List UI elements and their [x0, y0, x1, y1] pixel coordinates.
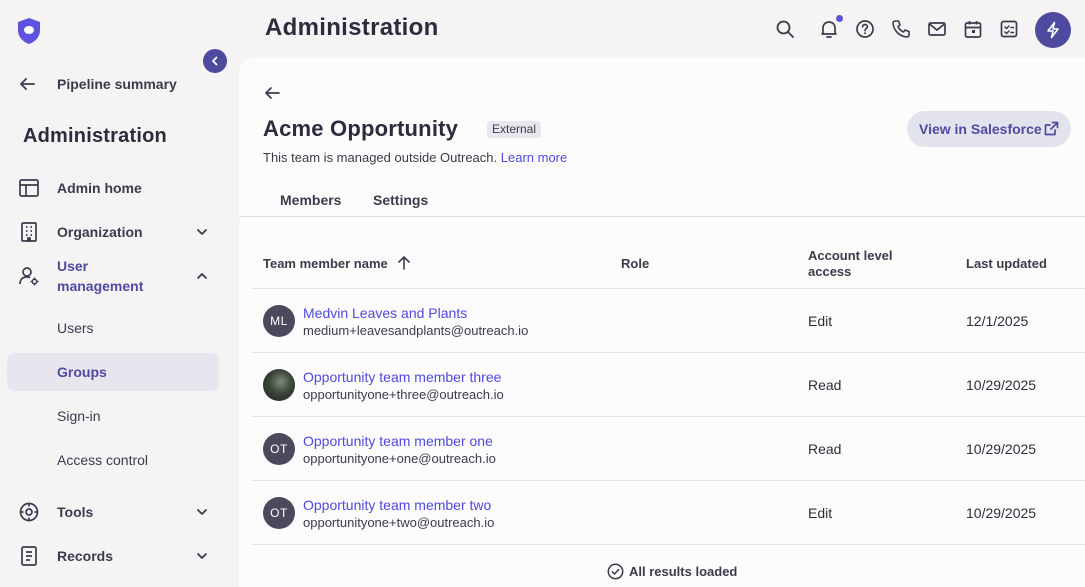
- sidebar-subitem-sign-in[interactable]: Sign-in: [7, 397, 219, 435]
- header-divider: [251, 288, 1085, 289]
- notification-dot: [836, 15, 843, 22]
- member-name-link[interactable]: Medvin Leaves and Plants: [303, 305, 467, 321]
- member-email: opportunityone+two@outreach.io: [303, 515, 495, 530]
- sidebar-subitem-label: Access control: [57, 452, 149, 468]
- member-access: Edit: [808, 313, 833, 329]
- page-title: Administration: [265, 14, 439, 41]
- team-title: Acme Opportunity: [263, 116, 459, 141]
- sidebar-item-admin-home[interactable]: Admin home: [7, 169, 219, 207]
- member-access: Edit: [808, 505, 833, 521]
- chevron-down-icon: [197, 509, 207, 515]
- member-name-link[interactable]: Opportunity team member two: [303, 497, 491, 513]
- avatar: OT: [263, 433, 295, 465]
- sidebar-item-label: User management: [57, 258, 144, 294]
- help-icon[interactable]: [854, 18, 876, 40]
- sidebar-subitem-label: Groups: [57, 364, 107, 380]
- member-email: opportunityone+one@outreach.io: [303, 451, 496, 466]
- sidebar-item-label: Tools: [57, 504, 94, 520]
- sort-ascending-icon[interactable]: [396, 255, 412, 271]
- chevron-down-icon: [197, 229, 207, 235]
- chevron-left-icon: [212, 56, 218, 66]
- sidebar-item-label: Records: [57, 548, 114, 564]
- tab-members[interactable]: Members: [280, 192, 341, 208]
- view-in-salesforce-button[interactable]: View in Salesforce: [907, 111, 1071, 147]
- mail-icon[interactable]: [926, 18, 948, 40]
- search-icon[interactable]: [774, 18, 796, 40]
- row-divider: [251, 480, 1085, 481]
- sidebar-item-organization[interactable]: Organization: [7, 213, 219, 251]
- chevron-down-icon: [197, 553, 207, 559]
- member-updated: 10/29/2025: [966, 505, 1037, 521]
- user-gear-icon: [19, 267, 39, 286]
- salesforce-button-label: View in Salesforce: [919, 121, 1042, 137]
- quick-actions-button[interactable]: [1035, 12, 1071, 48]
- sidebar-item-label: Admin home: [57, 180, 142, 196]
- external-link-icon: [1044, 121, 1059, 136]
- row-divider: [251, 352, 1085, 353]
- sidebar-item-records[interactable]: Records: [7, 537, 219, 575]
- member-email: opportunityone+three@outreach.io: [303, 387, 504, 402]
- column-header-updated: Last updated: [966, 256, 1047, 271]
- member-email: medium+leavesandplants@outreach.io: [303, 323, 529, 338]
- column-header-access: Account level access: [808, 248, 893, 279]
- sidebar: Pipeline summary Administration Admin ho…: [0, 0, 239, 587]
- back-label: Pipeline summary: [57, 76, 177, 92]
- member-access: Read: [808, 441, 842, 457]
- managed-text: This team is managed outside Outreach.: [263, 150, 498, 165]
- tools-icon: [19, 502, 39, 522]
- sidebar-subitem-access-control[interactable]: Access control: [7, 441, 219, 479]
- row-divider: [251, 416, 1085, 417]
- sidebar-subitem-label: Sign-in: [57, 408, 101, 424]
- sidebar-subitem-users[interactable]: Users: [7, 309, 219, 347]
- column-header-role: Role: [621, 256, 650, 271]
- avatar: OT: [263, 497, 295, 529]
- phone-icon[interactable]: [890, 18, 912, 40]
- sidebar-item-user-management[interactable]: User management: [7, 255, 219, 297]
- all-results-label: All results loaded: [629, 564, 738, 579]
- arrow-left-icon: [20, 78, 35, 90]
- building-icon: [21, 222, 37, 242]
- avatar: ML: [263, 305, 295, 337]
- sidebar-title: Administration: [23, 125, 167, 147]
- back-to-pipeline-link[interactable]: Pipeline summary: [18, 72, 177, 96]
- member-name-link[interactable]: Opportunity team member three: [303, 369, 501, 385]
- tasks-icon[interactable]: [998, 18, 1020, 40]
- member-name-link[interactable]: Opportunity team member one: [303, 433, 493, 449]
- records-icon: [21, 546, 37, 566]
- layout-icon: [19, 179, 39, 197]
- sidebar-subitem-groups[interactable]: Groups: [7, 353, 219, 391]
- sidebar-item-tools[interactable]: Tools: [7, 493, 219, 531]
- learn-more-link[interactable]: Learn more: [501, 150, 567, 165]
- chevron-up-icon: [197, 273, 207, 279]
- avatar-photo: [263, 369, 295, 401]
- collapse-sidebar-button[interactable]: [203, 49, 227, 73]
- check-circle-icon: [607, 563, 624, 580]
- main-panel: Acme Opportunity External This team is m…: [239, 58, 1085, 587]
- calendar-icon[interactable]: [962, 18, 984, 40]
- sidebar-subitem-label: Users: [57, 320, 94, 336]
- sidebar-item-label: Organization: [57, 224, 143, 240]
- member-updated: 10/29/2025: [966, 377, 1037, 393]
- member-updated: 12/1/2025: [966, 313, 1029, 329]
- row-divider: [251, 544, 1085, 545]
- managed-info: This team is managed outside Outreach. L…: [263, 150, 567, 165]
- tab-divider: [239, 216, 1085, 217]
- column-header-name[interactable]: Team member name: [263, 256, 388, 272]
- external-badge: External: [487, 121, 542, 138]
- tab-settings[interactable]: Settings: [373, 192, 428, 208]
- member-access: Read: [808, 377, 842, 393]
- back-arrow-icon[interactable]: [263, 84, 281, 102]
- member-updated: 10/29/2025: [966, 441, 1037, 457]
- all-results-loaded: All results loaded: [607, 563, 737, 580]
- outreach-logo-icon[interactable]: [16, 17, 42, 45]
- lightning-icon: [1047, 21, 1059, 39]
